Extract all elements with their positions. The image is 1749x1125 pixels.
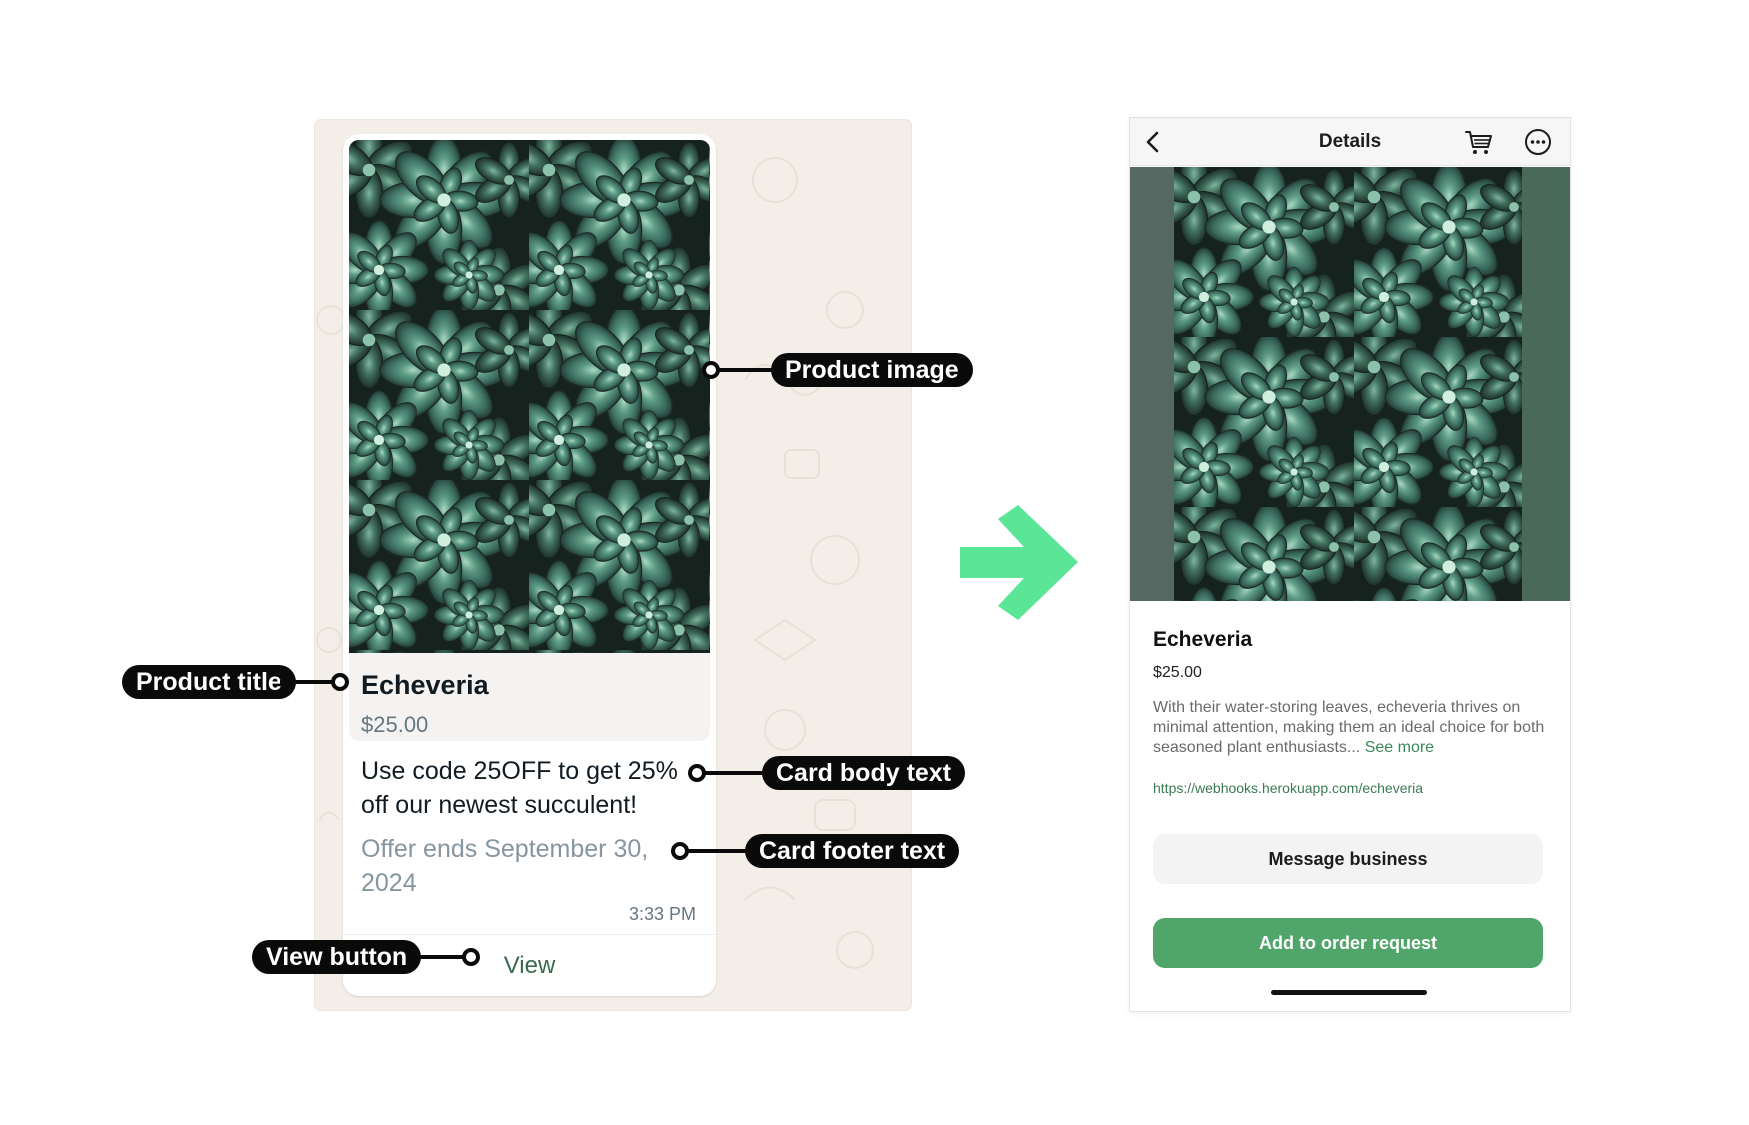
details-product-price: $25.00 bbox=[1153, 664, 1202, 681]
callout-product-image: Product image bbox=[771, 353, 973, 387]
product-card[interactable]: Echeveria $25.00 Use code 25OFF to get 2… bbox=[343, 134, 716, 996]
callout-line-product-image bbox=[718, 368, 773, 372]
home-indicator bbox=[1271, 990, 1427, 995]
see-more-link[interactable]: See more bbox=[1365, 739, 1434, 756]
card-footer-text: Offer ends September 30, 2024 bbox=[361, 835, 649, 897]
details-product-title: Echeveria bbox=[1153, 628, 1253, 651]
page-title: Details bbox=[1318, 131, 1382, 152]
product-image[interactable] bbox=[349, 140, 710, 653]
callout-view-button: View button bbox=[252, 940, 422, 974]
succulent-photo bbox=[1174, 167, 1522, 601]
callout-card-footer: Card footer text bbox=[745, 834, 960, 868]
arrow-right-icon bbox=[960, 505, 1078, 620]
details-image-band bbox=[1130, 167, 1570, 601]
details-description-text: With their water-storing leaves, echever… bbox=[1153, 699, 1545, 756]
message-business-button[interactable]: Message business bbox=[1153, 834, 1543, 884]
details-description: With their water-storing leaves, echever… bbox=[1153, 698, 1553, 758]
add-to-order-button[interactable]: Add to order request bbox=[1153, 918, 1543, 968]
details-topbar: Details bbox=[1130, 118, 1570, 166]
product-details-screen: Details Echeveria $25.00 With their wate… bbox=[1130, 118, 1570, 1011]
callout-line-product-title bbox=[280, 680, 336, 684]
succulent-photo bbox=[349, 140, 710, 653]
cart-icon[interactable] bbox=[1463, 126, 1495, 158]
callout-line-card-body bbox=[704, 771, 764, 775]
chat-panel: Echeveria $25.00 Use code 25OFF to get 2… bbox=[315, 120, 911, 1010]
callout-line-view-button bbox=[410, 955, 468, 959]
callout-dot-product-title bbox=[331, 673, 349, 691]
card-header: Echeveria $25.00 bbox=[349, 140, 710, 741]
product-price: $25.00 bbox=[361, 712, 429, 737]
product-url-link[interactable]: https://webhooks.herokuapp.com/echeveria bbox=[1153, 780, 1423, 796]
message-timestamp: 3:33 PM bbox=[628, 904, 696, 924]
callout-product-title: Product title bbox=[122, 665, 296, 699]
callout-card-body: Card body text bbox=[762, 756, 966, 790]
details-product-image[interactable] bbox=[1174, 167, 1522, 601]
callout-dot-view-button bbox=[462, 948, 480, 966]
callout-line-card-footer bbox=[687, 849, 747, 853]
back-icon[interactable] bbox=[1140, 128, 1168, 156]
more-options-icon[interactable] bbox=[1524, 128, 1552, 156]
product-title: Echeveria bbox=[361, 670, 489, 700]
card-body-text: Use code 25OFF to get 25% off our newest… bbox=[361, 757, 678, 819]
